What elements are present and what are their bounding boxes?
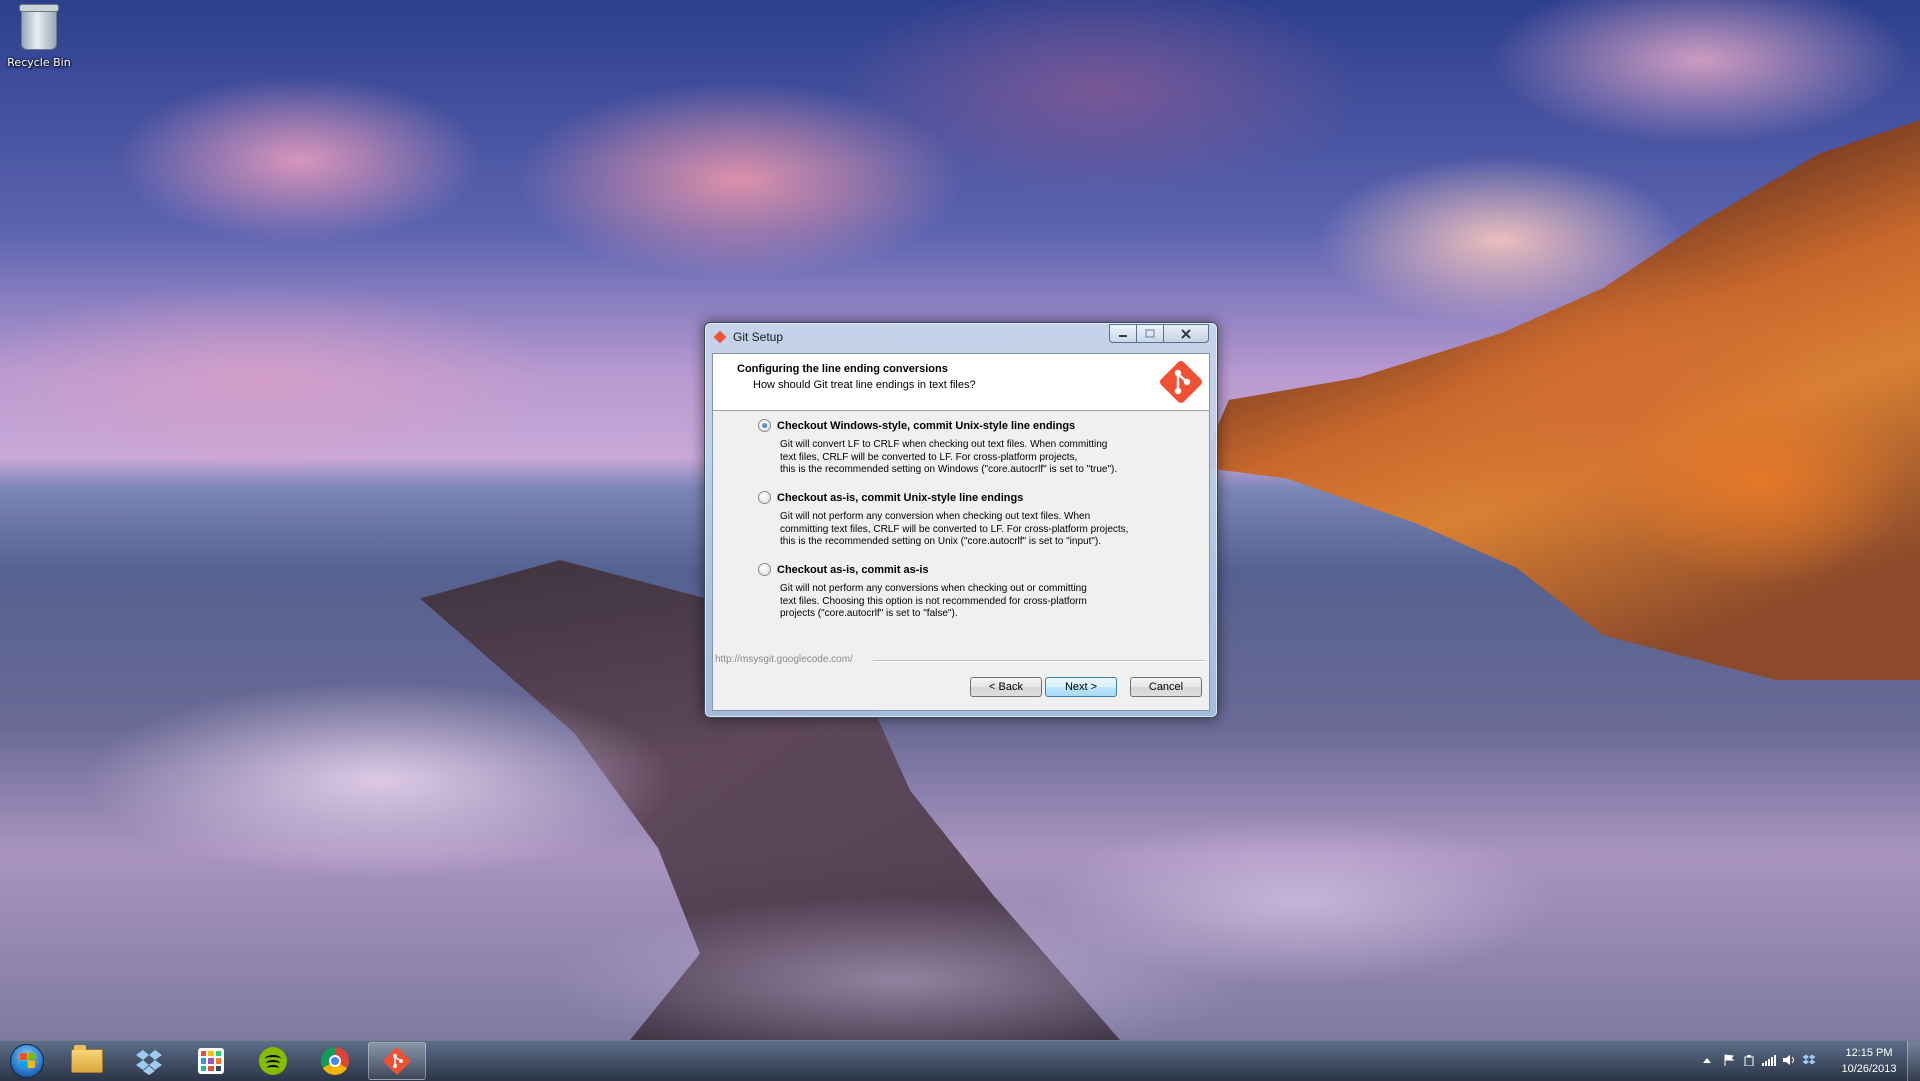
- description-line: text files, CRLF will be converted to LF…: [780, 451, 1078, 463]
- volume-icon[interactable]: [1782, 1053, 1796, 1067]
- description-line: committing text files, CRLF will be conv…: [780, 523, 1129, 535]
- option-as-is: Checkout as-is, commit as-is Git will no…: [758, 563, 1188, 621]
- page-subtitle: How should Git treat line endings in tex…: [753, 379, 976, 391]
- window-title: Git Setup: [733, 330, 784, 344]
- taskbar-item-explorer[interactable]: [58, 1042, 116, 1080]
- folder-icon: [71, 1045, 103, 1073]
- next-button[interactable]: Next >: [1045, 677, 1117, 697]
- option-radio-row[interactable]: Checkout Windows-style, commit Unix-styl…: [758, 419, 1188, 432]
- description-line: text files. Choosing this option is not …: [780, 595, 1087, 607]
- clock-date: 10/26/2013: [1841, 1063, 1897, 1075]
- radio-button[interactable]: [758, 563, 771, 576]
- git-setup-window: Git Setup Configuring the line ending co…: [704, 322, 1218, 718]
- wizard-header: Configuring the line ending conversions …: [713, 354, 1209, 411]
- system-tray: 12:15 PM 10/26/2013: [1700, 1041, 1920, 1081]
- description-line: Git will not perform any conversion when…: [780, 511, 1091, 522]
- option-unix-style: Checkout as-is, commit Unix-style line e…: [758, 491, 1188, 549]
- option-label[interactable]: Checkout Windows-style, commit Unix-styl…: [777, 420, 1075, 432]
- minimize-icon: [1119, 334, 1127, 337]
- network-signal-icon[interactable]: [1762, 1053, 1776, 1067]
- page-title: Configuring the line ending conversions: [737, 363, 948, 375]
- window-titlebar[interactable]: Git Setup: [705, 323, 1217, 351]
- git-logo-icon: [383, 1047, 411, 1075]
- cancel-button[interactable]: Cancel: [1130, 677, 1202, 697]
- option-radio-row[interactable]: Checkout as-is, commit as-is: [758, 563, 1188, 576]
- radio-button[interactable]: [758, 491, 771, 504]
- windows-start-orb-icon: [10, 1044, 44, 1078]
- option-description: Git will convert LF to CRLF when checkin…: [780, 439, 1188, 477]
- radio-button-selected[interactable]: [758, 419, 771, 432]
- maximize-button: [1136, 324, 1164, 343]
- app-grid-icon: [198, 1048, 224, 1074]
- line-ending-options: Checkout Windows-style, commit Unix-styl…: [713, 411, 1209, 651]
- taskbar: 12:15 PM 10/26/2013: [0, 1040, 1920, 1081]
- show-desktop-button[interactable]: [1907, 1041, 1920, 1081]
- option-windows-style: Checkout Windows-style, commit Unix-styl…: [758, 419, 1188, 477]
- taskbar-item-spotify[interactable]: [244, 1042, 302, 1080]
- spotify-icon: [259, 1047, 287, 1075]
- minimize-button[interactable]: [1109, 324, 1137, 343]
- show-hidden-icons-icon[interactable]: [1700, 1053, 1714, 1067]
- desktop-icon-label: Recycle Bin: [7, 56, 71, 69]
- taskbar-item-dropbox[interactable]: [120, 1042, 178, 1080]
- option-label[interactable]: Checkout as-is, commit Unix-style line e…: [777, 492, 1023, 504]
- dropbox-icon: [136, 1050, 162, 1075]
- footer-url: http://msysgit.googlecode.com/: [715, 654, 853, 665]
- option-description: Git will not perform any conversions whe…: [780, 583, 1188, 621]
- description-line: this is the recommended setting on Unix …: [780, 536, 1102, 547]
- window-client-area: Configuring the line ending conversions …: [712, 353, 1210, 711]
- dropbox-tray-icon[interactable]: [1802, 1053, 1816, 1067]
- clock-time: 12:15 PM: [1845, 1047, 1893, 1059]
- taskbar-item-git-setup[interactable]: [368, 1042, 426, 1080]
- power-icon[interactable]: [1742, 1053, 1756, 1067]
- close-icon: [1181, 328, 1191, 339]
- option-label[interactable]: Checkout as-is, commit as-is: [777, 564, 929, 576]
- description-line: this is the recommended setting on Windo…: [780, 464, 1118, 475]
- description-line: Git will not perform any conversions whe…: [780, 583, 1087, 594]
- back-button[interactable]: < Back: [970, 677, 1042, 697]
- recycle-bin-icon: [19, 4, 59, 50]
- chrome-icon: [321, 1047, 349, 1075]
- close-button[interactable]: [1163, 324, 1209, 343]
- taskbar-item-chrome[interactable]: [306, 1042, 364, 1080]
- footer-divider: [873, 660, 1205, 662]
- option-radio-row[interactable]: Checkout as-is, commit Unix-style line e…: [758, 491, 1188, 504]
- wallpaper-cliff: [1200, 120, 1920, 680]
- action-center-flag-icon[interactable]: [1722, 1053, 1736, 1067]
- description-line: projects ("core.autocrlf" is set to "fal…: [780, 608, 958, 619]
- maximize-icon: [1145, 328, 1155, 338]
- taskbar-clock[interactable]: 12:15 PM 10/26/2013: [1834, 1045, 1904, 1077]
- option-description: Git will not perform any conversion when…: [780, 511, 1188, 549]
- git-logo-icon: [1160, 361, 1202, 403]
- git-logo-icon: [713, 330, 727, 344]
- description-line: Git will convert LF to CRLF when checkin…: [780, 439, 1108, 450]
- start-button[interactable]: [4, 1042, 50, 1080]
- desktop-icon-recycle-bin[interactable]: Recycle Bin: [4, 4, 74, 74]
- taskbar-item-app-grid[interactable]: [182, 1042, 240, 1080]
